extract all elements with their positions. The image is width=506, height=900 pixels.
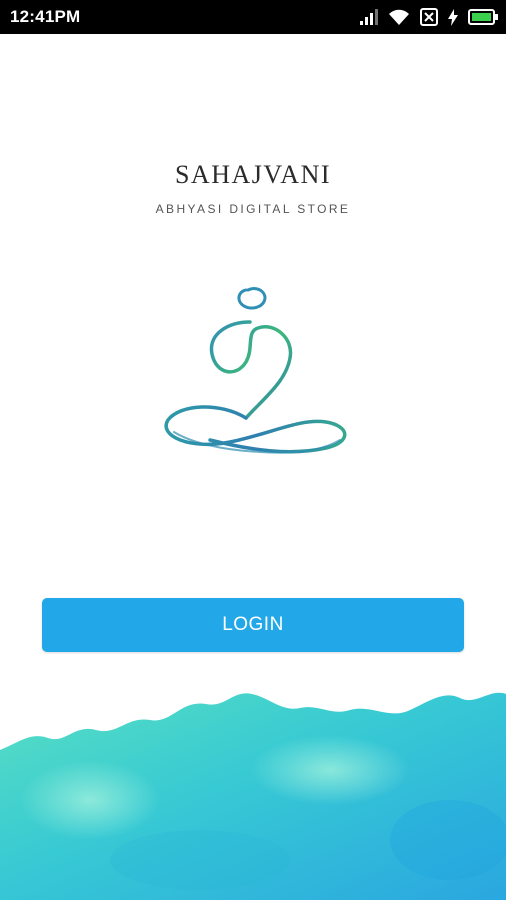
watercolor-background — [0, 692, 506, 900]
status-icons — [360, 7, 498, 27]
login-button[interactable]: LOGIN — [42, 598, 464, 652]
battery-icon — [468, 9, 498, 25]
no-sim-icon — [420, 8, 438, 26]
brand-subtitle: ABHYASI DIGITAL STORE — [155, 202, 351, 216]
status-bar: 12:41PM — [0, 0, 506, 34]
status-time: 12:41PM — [10, 7, 81, 26]
app-screen: 12:41PM SAHAJVANI ABHYASI DIGITAL STORE … — [0, 0, 506, 900]
signal-icon — [360, 9, 378, 25]
meditation-logo-icon — [164, 287, 347, 454]
wifi-icon — [389, 9, 409, 25]
brand-title: SAHAJVANI — [174, 160, 332, 189]
charging-bolt-icon — [448, 8, 458, 26]
